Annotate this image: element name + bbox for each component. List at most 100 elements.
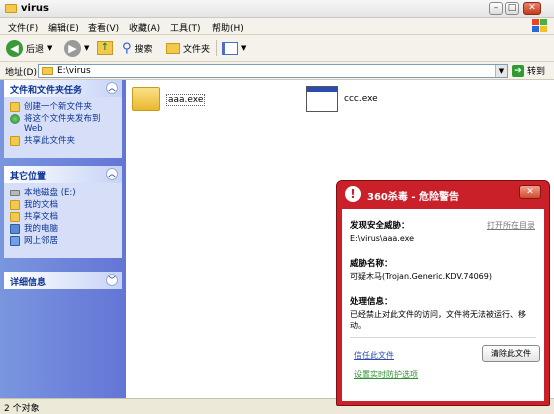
task-share-folder[interactable]: 共享此文件夹: [10, 136, 116, 146]
place-my-computer[interactable]: 我的电脑: [10, 224, 116, 234]
folder-icon: [5, 4, 17, 13]
close-button[interactable]: ✕: [523, 2, 541, 15]
toolbar: ◀ 后退 ▼ ▶ ▼ ↑ ⚲ 搜索 文件夹 ▼: [0, 35, 554, 62]
forward-button[interactable]: ▶ ▼: [64, 39, 89, 57]
back-arrow-icon: ◀: [6, 39, 23, 57]
alert-title-bar: ! 360杀毒 - 危险警告 ✕: [337, 181, 549, 208]
views-button[interactable]: ▼: [222, 39, 246, 57]
share-folder-icon: [10, 136, 20, 146]
place-label: 本地磁盘 (E:): [24, 188, 76, 198]
go-button[interactable]: ➔ 转到: [512, 64, 545, 77]
up-folder-icon: ↑: [97, 41, 113, 55]
menu-edit[interactable]: 编辑(E): [48, 21, 79, 34]
maximize-button[interactable]: □: [505, 2, 519, 15]
open-location-link[interactable]: 打开所在目录: [487, 220, 535, 231]
views-icon: [222, 41, 238, 55]
threat-path: E:\virus\aaa.exe: [350, 234, 415, 243]
documents-folder-icon: [10, 200, 20, 210]
task-label: 将这个文件夹发布到 Web: [24, 114, 101, 134]
folder-icon: [132, 87, 160, 111]
alert-close-button[interactable]: ✕: [519, 185, 541, 199]
other-places-header[interactable]: 其它位置 ︿: [4, 166, 122, 183]
place-label: 我的文档: [24, 200, 59, 210]
network-icon: [10, 236, 20, 246]
window-app-icon: [306, 86, 338, 112]
dropdown-arrow-icon: ▼: [84, 44, 90, 52]
address-label: 地址(D): [5, 68, 37, 78]
details-panel: 详细信息 ﹀: [4, 272, 122, 289]
place-local-disk[interactable]: 本地磁盘 (E:): [10, 188, 116, 198]
forward-arrow-icon: ▶: [64, 39, 81, 57]
folder-icon: [42, 67, 53, 75]
protection-settings-link[interactable]: 设置实时防护选项: [354, 369, 418, 380]
alert-title: 360杀毒 - 危险警告: [367, 192, 459, 203]
folders-button[interactable]: 文件夹: [166, 39, 210, 57]
collapse-chevron-icon[interactable]: ︿: [106, 168, 118, 180]
drive-icon: [10, 190, 20, 196]
file-tasks-panel: 文件和文件夹任务 ︿ 创建一个新文件夹 将这个文件夹发布到 Web 共享此文件夹: [4, 80, 122, 158]
title-bar: virus – □ ✕: [0, 0, 554, 18]
window-title: virus: [21, 3, 49, 14]
threat-name-heading: 威胁名称：: [350, 259, 393, 269]
up-folder-button[interactable]: ↑: [97, 39, 113, 57]
menu-favorites[interactable]: 收藏(A): [129, 21, 160, 34]
remove-file-button[interactable]: 清除此文件: [482, 345, 540, 362]
search-label: 搜索: [134, 44, 153, 55]
dropdown-arrow-icon: ▼: [241, 44, 247, 52]
new-folder-icon: [10, 102, 20, 112]
folders-icon: [166, 42, 180, 54]
file-name: aaa.exe: [166, 94, 206, 106]
file-name: ccc.exe: [344, 94, 378, 104]
toolbar-divider: [216, 40, 217, 56]
shared-folder-icon: [10, 212, 20, 222]
file-item[interactable]: ccc.exe: [306, 84, 416, 118]
menu-help[interactable]: 帮助(H): [212, 21, 244, 34]
menu-bar: 文件(F) 编辑(E) 查看(V) 收藏(A) 工具(T) 帮助(H): [0, 18, 554, 35]
threat-heading: 发现安全威胁：: [350, 221, 410, 231]
windows-logo-icon: [532, 19, 548, 34]
go-arrow-icon: ➔: [512, 64, 524, 77]
place-label: 网上邻居: [24, 236, 59, 246]
status-text: 2 个对象: [4, 404, 40, 414]
place-label: 我的电脑: [24, 224, 59, 234]
other-places-title: 其它位置: [10, 172, 47, 182]
file-tasks-title: 文件和文件夹任务: [10, 86, 83, 96]
alert-body: 发现安全威胁： 打开所在目录 E:\virus\aaa.exe 威胁名称： 可疑…: [342, 209, 544, 401]
action-text: 已经禁止对此文件的访问，文件将无法被运行、移动。: [350, 310, 526, 330]
details-title: 详细信息: [10, 278, 47, 288]
place-shared-documents[interactable]: 共享文档: [10, 212, 116, 222]
explorer-window: virus – □ ✕ 文件(F) 编辑(E) 查看(V) 收藏(A) 工具(T…: [0, 0, 554, 414]
menu-tools[interactable]: 工具(T): [170, 21, 201, 34]
place-my-documents[interactable]: 我的文档: [10, 200, 116, 210]
search-icon: ⚲: [122, 40, 132, 56]
trust-file-link[interactable]: 信任此文件: [354, 350, 394, 361]
search-button[interactable]: ⚲ 搜索: [122, 39, 153, 57]
dropdown-arrow-icon: ▼: [47, 44, 53, 52]
expand-chevron-icon[interactable]: ﹀: [106, 274, 118, 286]
address-input[interactable]: E:\virus ▼: [38, 64, 508, 78]
task-label: 共享此文件夹: [24, 136, 76, 146]
address-dropdown-icon[interactable]: ▼: [495, 65, 507, 77]
warning-icon: !: [345, 186, 361, 202]
file-tasks-header[interactable]: 文件和文件夹任务 ︿: [4, 80, 122, 97]
globe-icon: [10, 114, 20, 124]
computer-icon: [10, 224, 20, 234]
antivirus-alert-dialog: ! 360杀毒 - 危险警告 ✕ 发现安全威胁： 打开所在目录 E:\virus…: [336, 180, 550, 406]
address-bar: 地址(D) E:\virus ▼ ➔ 转到: [0, 62, 554, 80]
task-new-folder[interactable]: 创建一个新文件夹: [10, 102, 116, 112]
minimize-button[interactable]: –: [489, 2, 503, 15]
threat-name-value: 可疑木马(Trojan.Generic.KDV.74069): [350, 272, 492, 281]
divider: [350, 337, 536, 338]
collapse-chevron-icon[interactable]: ︿: [106, 82, 118, 94]
folders-label: 文件夹: [183, 44, 211, 55]
details-header[interactable]: 详细信息 ﹀: [4, 272, 122, 289]
place-network[interactable]: 网上邻居: [10, 236, 116, 246]
file-item[interactable]: aaa.exe: [130, 84, 240, 118]
task-label: 创建一个新文件夹: [24, 102, 93, 112]
menu-file[interactable]: 文件(F): [8, 21, 38, 34]
place-label: 共享文档: [24, 212, 59, 222]
action-heading: 处理信息：: [350, 297, 393, 307]
task-publish-web[interactable]: 将这个文件夹发布到 Web: [10, 114, 116, 134]
menu-view[interactable]: 查看(V): [88, 21, 119, 34]
back-button[interactable]: ◀ 后退 ▼: [6, 39, 52, 57]
